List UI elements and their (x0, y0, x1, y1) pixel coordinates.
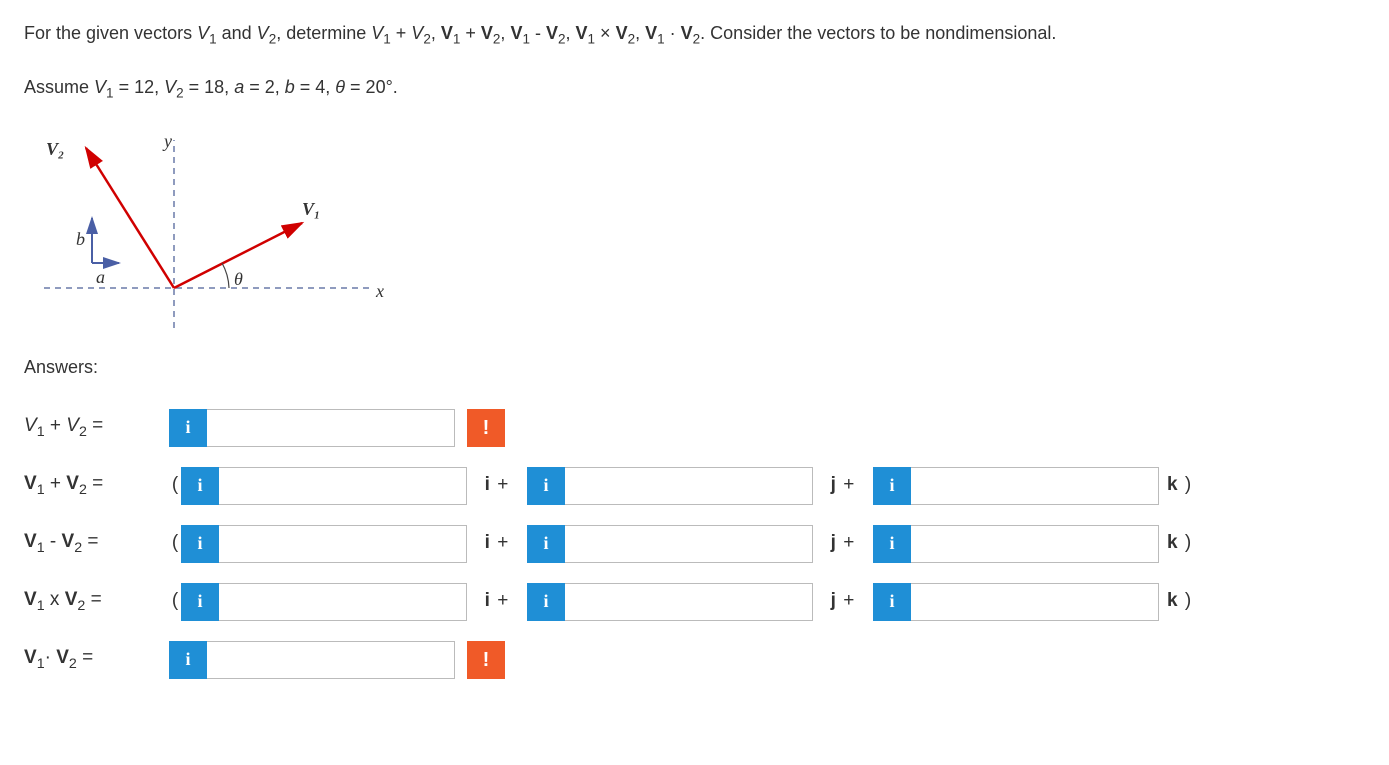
warning-icon[interactable]: ! (467, 409, 505, 447)
row-dot-scalar: V1· V2 = i ! (24, 641, 1365, 679)
answers-heading: Answers: (24, 354, 1365, 381)
answer-input-i[interactable] (219, 583, 467, 621)
j-plus-label: j + (813, 529, 873, 558)
open-paren: ( (169, 471, 181, 500)
input-group: i (527, 525, 813, 563)
answer-input-k[interactable] (911, 467, 1159, 505)
answer-input[interactable] (207, 641, 455, 679)
v2-symbol: V (257, 23, 269, 43)
expr-dot-vec: V (645, 23, 657, 43)
expr-sum-mag: V (371, 23, 383, 43)
i-plus-label: i + (467, 587, 527, 616)
expr-cross-vec: V (576, 23, 588, 43)
row-label: V1 - V2 = (24, 528, 169, 559)
v1-sub: 1 (209, 32, 217, 47)
k-close-label: k ) (1159, 529, 1207, 558)
x-axis-label: x (376, 278, 384, 305)
text-part: . Consider the vectors to be nondimensio… (700, 23, 1056, 43)
info-icon[interactable]: i (873, 467, 911, 505)
info-icon[interactable]: i (873, 525, 911, 563)
answer-input-j[interactable] (565, 467, 813, 505)
row-cross-vector: V1 x V2 = ( i i + i j + i k ) (24, 583, 1365, 621)
input-group: i (181, 467, 467, 505)
answer-input[interactable] (207, 409, 455, 447)
answer-input-i[interactable] (219, 467, 467, 505)
row-label: V1· V2 = (24, 644, 169, 675)
vector-figure: y x V₁ V₂ θ b a (24, 128, 394, 338)
v1-symbol: V (197, 23, 209, 43)
answer-input-i[interactable] (219, 525, 467, 563)
input-group: i (527, 467, 813, 505)
v2-label: V₂ (46, 136, 64, 163)
text-part: , determine (276, 23, 371, 43)
answer-input-j[interactable] (565, 525, 813, 563)
theta-label: θ (234, 266, 243, 293)
info-icon[interactable]: i (169, 409, 207, 447)
warning-icon[interactable]: ! (467, 641, 505, 679)
input-group: i (873, 525, 1159, 563)
k-close-label: k ) (1159, 471, 1207, 500)
answer-input-k[interactable] (911, 583, 1159, 621)
b-label: b (76, 226, 85, 253)
info-icon[interactable]: i (181, 525, 219, 563)
a-label: a (96, 264, 105, 291)
assume-prefix: Assume (24, 77, 94, 97)
i-plus-label: i + (467, 529, 527, 558)
expr-sum-vec: V (441, 23, 453, 43)
row-diff-vector: V1 - V2 = ( i i + i j + i k ) (24, 525, 1365, 563)
answer-input-k[interactable] (911, 525, 1159, 563)
row-label: V1 + V2 = (24, 412, 169, 443)
input-group: i (873, 467, 1159, 505)
info-icon[interactable]: i (527, 583, 565, 621)
assume-line: Assume V1 = 12, V2 = 18, a = 2, b = 4, θ… (24, 74, 1365, 104)
info-icon[interactable]: i (527, 467, 565, 505)
info-icon[interactable]: i (527, 525, 565, 563)
j-plus-label: j + (813, 471, 873, 500)
row-sum-magnitude: V1 + V2 = i ! (24, 409, 1365, 447)
info-icon[interactable]: i (181, 583, 219, 621)
text-part: and (222, 23, 257, 43)
input-group: i (169, 641, 455, 679)
v1-label: V₁ (302, 196, 320, 223)
open-paren: ( (169, 529, 181, 558)
input-group: i (527, 583, 813, 621)
answer-input-j[interactable] (565, 583, 813, 621)
row-label: V1 x V2 = (24, 586, 169, 617)
period: . (393, 77, 398, 97)
open-paren: ( (169, 587, 181, 616)
k-close-label: k ) (1159, 587, 1207, 616)
problem-statement: For the given vectors V1 and V2, determi… (24, 20, 1365, 50)
answer-rows: V1 + V2 = i ! V1 + V2 = ( i i + i j + i … (24, 409, 1365, 679)
i-plus-label: i + (467, 471, 527, 500)
row-label: V1 + V2 = (24, 470, 169, 501)
input-group: i (181, 525, 467, 563)
input-group: i (873, 583, 1159, 621)
expr-diff-vec: V (510, 23, 522, 43)
text-part: For the given vectors (24, 23, 197, 43)
row-sum-vector: V1 + V2 = ( i i + i j + i k ) (24, 467, 1365, 505)
y-axis-label: y (164, 128, 172, 155)
j-plus-label: j + (813, 587, 873, 616)
info-icon[interactable]: i (181, 467, 219, 505)
info-icon[interactable]: i (169, 641, 207, 679)
input-group: i (169, 409, 455, 447)
input-group: i (181, 583, 467, 621)
info-icon[interactable]: i (873, 583, 911, 621)
